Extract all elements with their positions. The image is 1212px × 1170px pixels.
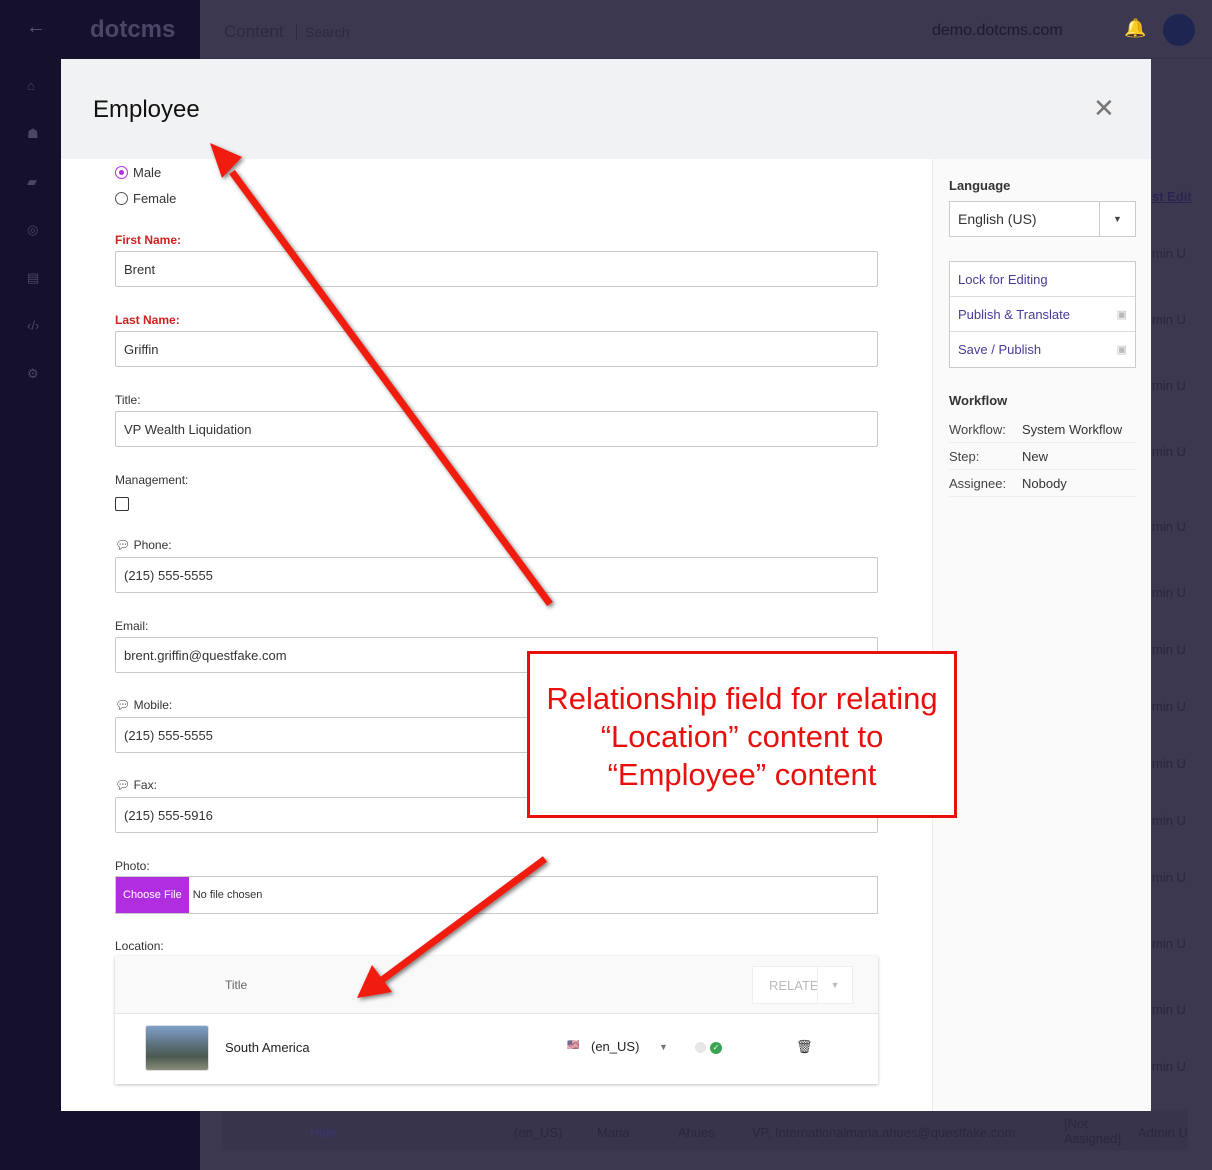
arrow-to-title — [229, 169, 553, 607]
arrow-to-relationship — [379, 856, 548, 983]
annotation-arrows — [210, 143, 553, 998]
arrowhead — [357, 965, 392, 998]
annotation-callout: Relationship field for relating “Locatio… — [527, 651, 957, 818]
arrowhead — [210, 143, 242, 178]
